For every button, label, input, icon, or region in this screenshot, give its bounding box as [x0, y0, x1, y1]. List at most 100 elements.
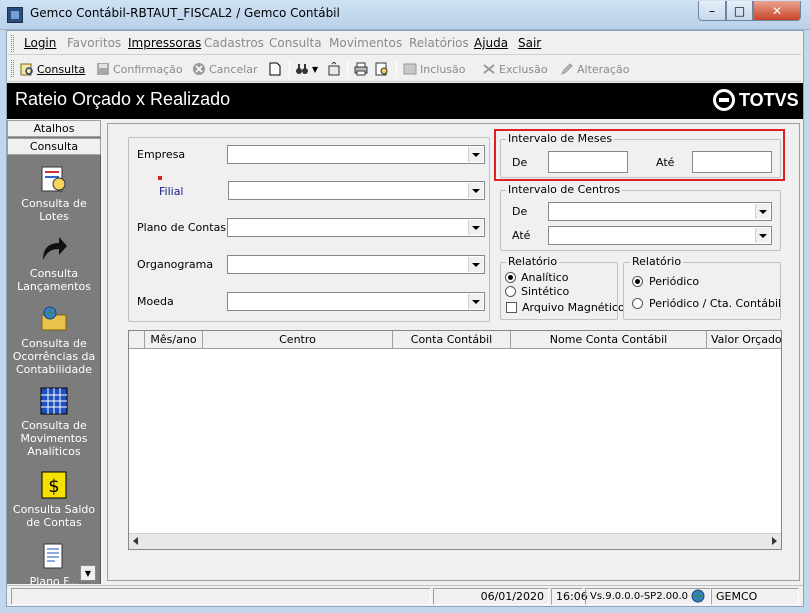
chevron-down-icon[interactable]: [468, 147, 483, 162]
menu-consulta[interactable]: Consulta: [269, 36, 322, 50]
grid-header-selector: [129, 331, 145, 349]
inclusao-button[interactable]: Inclusão: [403, 60, 466, 78]
cancel-icon: [192, 62, 206, 76]
folder-globe-icon: [39, 304, 69, 334]
minimize-button[interactable]: –: [698, 1, 726, 21]
menu-login[interactable]: Login: [24, 36, 56, 50]
relatorio-periodo-title: Relatório: [630, 255, 684, 268]
status-company: GEMCO: [711, 588, 799, 605]
close-button[interactable]: ✕: [753, 1, 801, 21]
sidebar-item-consulta-lotes[interactable]: Consulta de Lotes: [7, 164, 101, 223]
chevron-down-icon[interactable]: [755, 228, 770, 243]
alteracao-button[interactable]: Alteração: [560, 60, 629, 78]
consulta-button[interactable]: Consulta: [20, 60, 85, 78]
grid-horizontal-scrollbar[interactable]: [129, 533, 781, 549]
binoculars-icon: [295, 62, 309, 76]
status-time: 16:06: [551, 588, 588, 605]
filial-combo[interactable]: [228, 181, 485, 200]
network-icon: [691, 589, 705, 603]
status-date: 06/01/2020: [433, 588, 549, 605]
moeda-label: Moeda: [137, 295, 174, 308]
toolbar-grip: [11, 60, 14, 77]
money-icon: $: [39, 470, 69, 500]
grid-table-icon: [39, 386, 69, 416]
confirmacao-label: Confirmação: [113, 62, 183, 76]
sidebar-item-ocorrencias[interactable]: Consulta de Ocorrências da Contabilidade: [7, 304, 101, 376]
grid-header-conta-contabil[interactable]: Conta Contábil: [393, 331, 511, 349]
sidebar: Atalhos Consulta Consulta de Lotes Consu…: [7, 120, 101, 585]
find-dropdown-icon: ▼: [312, 64, 319, 74]
new-document-icon: [268, 62, 282, 76]
window-title: Gemco Contábil-RBTAUT_FISCAL2 / Gemco Co…: [30, 6, 340, 20]
required-marker-icon: [158, 176, 162, 180]
chevron-down-icon[interactable]: [468, 294, 483, 309]
arrow-right-icon: [39, 234, 69, 264]
print-button[interactable]: [354, 60, 368, 78]
chevron-down-icon[interactable]: [468, 257, 483, 272]
moeda-combo[interactable]: [227, 292, 485, 311]
menu-relatorios[interactable]: Relatórios: [409, 36, 469, 50]
arquivo-magnetico-checkbox[interactable]: [506, 302, 517, 313]
analitico-radio[interactable]: [505, 272, 516, 283]
relatorio-periodo-group: [623, 262, 781, 320]
sidebar-item-movimentos-analiticos[interactable]: Consulta de Movimentos Analíticos: [7, 386, 101, 458]
sintetico-radio[interactable]: [505, 286, 516, 297]
grid-header-mes-ano[interactable]: Mês/ano: [145, 331, 203, 349]
preview-button[interactable]: [375, 60, 389, 78]
grid-header-valor-orcado[interactable]: Valor Orçado: [707, 331, 781, 349]
filial-label: Filial: [159, 185, 184, 198]
periodico-cta-radio[interactable]: [632, 298, 643, 309]
menu-ajuda-label: Ajuda: [474, 36, 509, 50]
chevron-down-icon[interactable]: [755, 204, 770, 219]
organograma-combo[interactable]: [227, 255, 485, 274]
sidebar-item-label: Consulta de Ocorrências da Contabilidade: [12, 337, 96, 376]
tab-consulta[interactable]: Consulta: [7, 138, 101, 155]
export-button[interactable]: [327, 60, 341, 78]
menu-impressoras[interactable]: Impressoras: [128, 36, 201, 50]
confirmacao-button[interactable]: Confirmação: [96, 60, 183, 78]
arquivo-magnetico-label: Arquivo Magnético: [522, 301, 625, 314]
empresa-combo[interactable]: [227, 145, 485, 164]
organograma-label: Organograma: [137, 258, 214, 271]
grid-header-nome-conta[interactable]: Nome Conta Contábil: [511, 331, 707, 349]
cancelar-button[interactable]: Cancelar: [192, 60, 258, 78]
periodico-cta-label: Periódico / Cta. Contábil: [649, 297, 782, 310]
menu-sair[interactable]: Sair: [518, 36, 541, 50]
find-button[interactable]: ▼: [295, 60, 318, 78]
chevron-down-icon[interactable]: [468, 183, 483, 198]
chevron-down-icon[interactable]: [468, 220, 483, 235]
sidebar-item-consulta-lancamentos[interactable]: Consulta Lançamentos: [7, 234, 101, 293]
consulta-icon: [20, 62, 34, 76]
grid-header-centro[interactable]: Centro: [203, 331, 393, 349]
results-grid[interactable]: Mês/ano Centro Conta Contábil Nome Conta…: [128, 330, 782, 550]
svg-text:$: $: [48, 476, 59, 497]
plano-contas-label: Plano de Contas: [137, 221, 227, 234]
plano-contas-combo[interactable]: [227, 218, 485, 237]
inclusao-label: Inclusão: [420, 62, 466, 76]
empresa-label: Empresa: [137, 148, 186, 161]
scroll-right-icon[interactable]: [772, 537, 777, 545]
tab-atalhos[interactable]: Atalhos: [7, 120, 101, 137]
new-document-button[interactable]: [268, 60, 282, 78]
sidebar-item-label: Consulta Saldo de Contas: [12, 503, 96, 529]
scroll-left-icon[interactable]: [133, 537, 138, 545]
menu-movimentos[interactable]: Movimentos: [329, 36, 402, 50]
sidebar-item-label: Consulta de Movimentos Analíticos: [20, 419, 88, 458]
menu-favoritos[interactable]: Favoritos: [67, 36, 121, 50]
app-icon: [7, 7, 23, 23]
centros-de-combo[interactable]: [548, 202, 772, 221]
page-header: Rateio Orçado x Realizado TOTVS: [7, 83, 803, 119]
maximize-button[interactable]: □: [726, 1, 753, 21]
centros-group-title: Intervalo de Centros: [506, 183, 623, 196]
sidebar-item-saldo-contas[interactable]: $ Consulta Saldo de Contas: [7, 470, 101, 529]
page-title: Rateio Orçado x Realizado: [15, 89, 231, 109]
exclusao-button[interactable]: Exclusão: [482, 60, 548, 78]
menu-ajuda[interactable]: Ajuda: [474, 36, 508, 50]
menu-cadastros[interactable]: Cadastros: [204, 36, 264, 50]
sidebar-scroll-down-button[interactable]: ▼: [80, 565, 96, 581]
periodico-label: Periódico: [649, 275, 700, 288]
centros-ate-combo[interactable]: [548, 226, 772, 245]
periodico-radio[interactable]: [632, 276, 643, 287]
relatorio-tipo-title: Relatório: [506, 255, 560, 268]
export-icon: [327, 61, 341, 76]
